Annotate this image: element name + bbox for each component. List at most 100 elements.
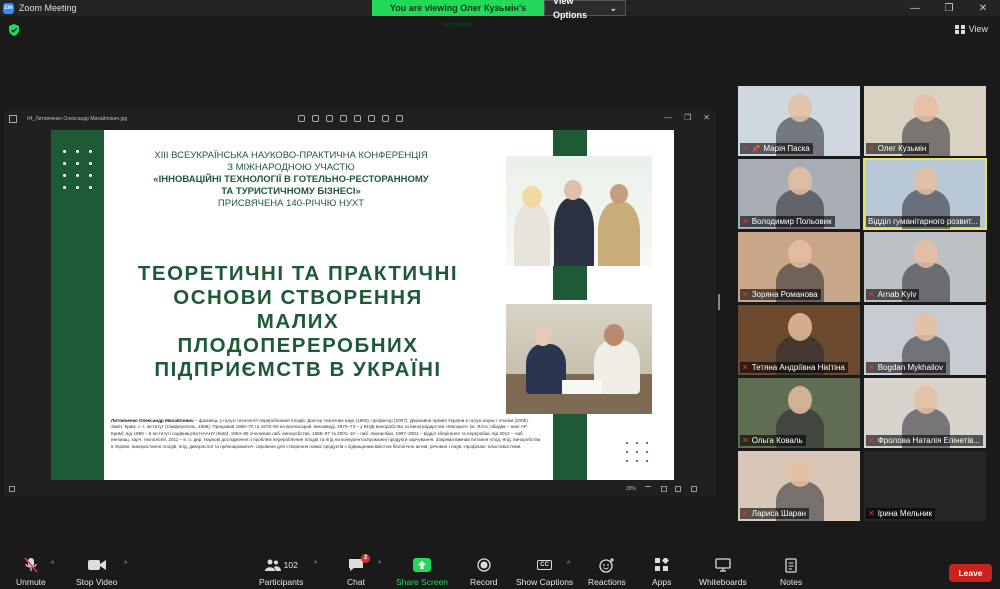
slide-title: ТЕОРЕТИЧНІ ТА ПРАКТИЧНІ ОСНОВИ СТВОРЕННЯ… bbox=[113, 262, 483, 382]
viewer-maximize-icon[interactable]: ❐ bbox=[684, 113, 691, 122]
participants-button[interactable]: 102 Participants bbox=[259, 557, 303, 587]
participant-face bbox=[914, 240, 938, 268]
participant-tile[interactable]: Відділ гуманітарного розвит... bbox=[863, 158, 987, 230]
participants-icon: 102 bbox=[264, 557, 298, 573]
bio-name: Литовченко Олександр Михайлович bbox=[111, 418, 194, 423]
viewer-minimize-icon[interactable]: — bbox=[664, 113, 672, 122]
participant-tile[interactable]: ✕ Зоряна Романова bbox=[738, 232, 860, 302]
participant-name: Відділ гуманітарного розвит... bbox=[868, 217, 978, 226]
unmute-button[interactable]: Unmute bbox=[16, 557, 46, 587]
participant-tile[interactable]: ✕ Тетяна Андріївна Нікітіна bbox=[738, 305, 860, 375]
participants-caret[interactable]: ^ bbox=[314, 561, 317, 568]
participant-name-tag: ✕ Ольга Коваль bbox=[740, 435, 806, 446]
maximize-button[interactable]: ❐ bbox=[932, 0, 966, 16]
participant-face bbox=[788, 167, 812, 195]
participants-count: 102 bbox=[283, 560, 298, 570]
video-options-caret[interactable]: ^ bbox=[124, 561, 127, 568]
participant-name: Фролова Наталія Епінетів... bbox=[877, 436, 981, 445]
meeting-toolbar: Unmute ^ Stop Video ^ 102 Participants ^… bbox=[0, 549, 1000, 589]
signing-photo bbox=[506, 304, 652, 414]
participant-name-tag: ✕ Олег Кузьмін bbox=[866, 143, 930, 154]
favorite-icon[interactable] bbox=[340, 115, 347, 122]
chevron-down-icon: ⌄ bbox=[609, 3, 617, 13]
whiteboard-icon bbox=[715, 557, 731, 573]
share-screen-button[interactable]: Share Screen bbox=[396, 557, 448, 587]
participant-name-tag: ✕ 📌 Марія Паска bbox=[740, 143, 813, 154]
mic-muted-icon: ✕ bbox=[742, 363, 749, 372]
participant-name-tag: ✕ Фролова Наталія Епінетів... bbox=[866, 435, 984, 446]
participant-tile[interactable]: ✕ Ольга Коваль bbox=[738, 378, 860, 448]
chat-label: Chat bbox=[347, 577, 365, 587]
close-button[interactable]: ✕ bbox=[966, 0, 1000, 16]
notes-button[interactable]: Notes bbox=[780, 557, 802, 587]
participant-face bbox=[914, 313, 938, 341]
decor-dots bbox=[63, 150, 93, 189]
record-label: Record bbox=[470, 577, 498, 587]
image-viewer-statusbar: 28% bbox=[4, 482, 716, 496]
show-captions-label: Show Captions bbox=[516, 577, 574, 587]
participant-tile[interactable]: ✕ Arnab Kyiv bbox=[864, 232, 986, 302]
mic-muted-icon: ✕ bbox=[868, 436, 875, 445]
participant-tile[interactable]: ✕ 📌 Марія Паска bbox=[738, 86, 860, 156]
decor-dots-bottom bbox=[626, 442, 649, 462]
participant-tile[interactable]: ✕ Bogdan Mykhailov bbox=[864, 305, 986, 375]
edit-icon[interactable] bbox=[298, 115, 305, 122]
whiteboards-label: Whiteboards bbox=[699, 577, 747, 587]
audio-options-caret[interactable]: ^ bbox=[51, 561, 54, 568]
rotate-icon[interactable] bbox=[312, 115, 319, 122]
zoom-out-icon[interactable] bbox=[645, 486, 651, 487]
viewer-close-icon[interactable]: ✕ bbox=[703, 113, 710, 122]
mic-muted-icon: ✕ bbox=[868, 290, 875, 299]
panel-resize-handle[interactable] bbox=[718, 294, 720, 310]
crop-icon[interactable] bbox=[368, 115, 375, 122]
participant-name: Ірина Мельник bbox=[877, 509, 933, 518]
participant-face bbox=[788, 459, 812, 487]
captions-caret[interactable]: ^ bbox=[567, 561, 570, 568]
participant-tile[interactable]: ✕ Ірина Мельник bbox=[864, 451, 986, 521]
reactions-button[interactable]: Reactions bbox=[588, 557, 626, 587]
whiteboards-button[interactable]: Whiteboards bbox=[699, 557, 747, 587]
title-line: ОСНОВИ СТВОРЕННЯ bbox=[173, 286, 423, 309]
conf-line: XIII ВСЕУКРАЇНСЬКА НАУКОВО-ПРАКТИЧНА КОН… bbox=[154, 150, 428, 161]
apps-button[interactable]: Apps bbox=[652, 557, 671, 587]
chat-button[interactable]: 2 Chat bbox=[347, 554, 371, 587]
delete-icon[interactable] bbox=[326, 115, 333, 122]
fit-icon[interactable] bbox=[661, 486, 667, 492]
more-icon[interactable] bbox=[396, 115, 403, 122]
conf-line: ТА ТУРИСТИЧНОМУ БІЗНЕСІ» bbox=[221, 186, 361, 197]
participant-tile[interactable]: ✕ Лариса Шаран bbox=[738, 451, 860, 521]
participant-face bbox=[788, 313, 812, 341]
participant-name-tag: ✕ Володимир Польовик bbox=[740, 216, 835, 227]
participant-tile[interactable]: ✕ Фролова Наталія Епінетів... bbox=[864, 378, 986, 448]
conf-line: З МІЖНАРОДНОЮ УЧАСТЮ bbox=[227, 162, 355, 173]
leave-button[interactable]: Leave bbox=[949, 564, 992, 582]
participant-face bbox=[914, 94, 938, 122]
stop-video-button[interactable]: Stop Video bbox=[76, 557, 117, 587]
view-options-button[interactable]: View Options ⌄ bbox=[544, 0, 626, 20]
participant-name-tag: ✕ Зоряна Романова bbox=[740, 289, 821, 300]
share-icon[interactable] bbox=[382, 115, 389, 122]
minimize-button[interactable]: — bbox=[898, 0, 932, 16]
participant-face bbox=[788, 240, 812, 268]
mic-muted-icon: ✕ bbox=[742, 436, 749, 445]
shield-icon[interactable] bbox=[9, 24, 19, 36]
participant-tile[interactable]: ✕ Олег Кузьмін bbox=[864, 86, 986, 156]
show-captions-button[interactable]: CC Show Captions bbox=[516, 557, 573, 587]
fullscreen-icon[interactable] bbox=[691, 486, 697, 492]
title-line: ТЕОРЕТИЧНІ ТА ПРАКТИЧНІ bbox=[137, 262, 459, 285]
record-button[interactable]: Record bbox=[470, 557, 497, 587]
view-button[interactable]: View bbox=[954, 24, 988, 34]
participant-name-tag: ✕ Arnab Kyiv bbox=[866, 289, 920, 300]
mic-muted-icon: ✕ bbox=[742, 509, 749, 518]
actual-size-icon[interactable] bbox=[675, 486, 681, 492]
participant-tile[interactable]: ✕ Володимир Польовик bbox=[738, 159, 860, 229]
slide-green-bar-bottom bbox=[553, 414, 587, 480]
conf-line: «ІННОВАЦІЙНІ ТЕХНОЛОГІЇ В ГОТЕЛЬНО-РЕСТО… bbox=[153, 174, 429, 185]
info-icon[interactable] bbox=[354, 115, 361, 122]
speaker-bio: Литовченко Олександр Михайлович – фахіве… bbox=[111, 418, 541, 450]
slide-vertical-line bbox=[93, 262, 96, 402]
chat-caret[interactable]: ^ bbox=[378, 561, 381, 568]
viewer-window-controls: — ❐ ✕ bbox=[664, 113, 710, 122]
filmstrip-icon[interactable] bbox=[9, 486, 15, 492]
share-screen-icon bbox=[412, 557, 431, 573]
